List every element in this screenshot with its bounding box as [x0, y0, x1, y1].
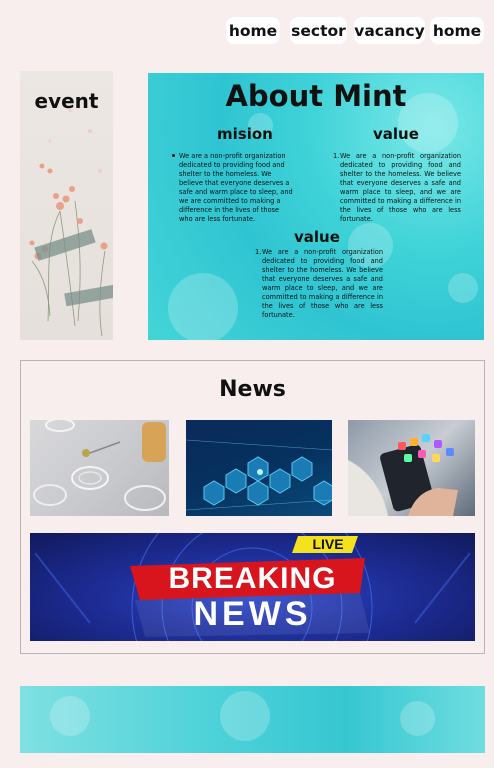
about-title: About Mint — [225, 79, 407, 113]
value-heading-center: value — [294, 228, 340, 246]
value-center-number: 1. — [255, 248, 262, 256]
mission-bullet-icon — [172, 154, 175, 157]
phone-hand-illustration — [348, 434, 458, 516]
nav-home-button[interactable]: home — [226, 17, 280, 44]
mission-heading: mision — [217, 125, 273, 143]
value-text-right: We are a non-profit organization dedicat… — [340, 152, 461, 223]
breaking-news-banner[interactable]: LIVE BREAKING NEWS — [30, 533, 475, 641]
nav-vacancy-button[interactable]: vacancy — [354, 17, 425, 44]
about-panel: About Mint mision We are a non-profit or… — [148, 73, 484, 340]
nav-sector-button[interactable]: sector — [290, 17, 347, 44]
breaking-label: BREAKING — [168, 562, 337, 595]
tape-strip-2 — [64, 284, 113, 307]
event-title: event — [34, 89, 99, 113]
tech-hexagons-illustration — [186, 439, 332, 511]
value-text-center: We are a non-profit organization dedicat… — [262, 248, 383, 319]
nav-home-button-2[interactable]: home — [430, 17, 484, 44]
news-image-tech[interactable] — [186, 420, 332, 516]
glasses-illustration — [33, 420, 166, 511]
footer-banner — [20, 686, 485, 753]
news-section: News LIVE BREAKING NEWS — [20, 360, 485, 654]
live-label: LIVE — [312, 536, 344, 552]
news-title: News — [219, 377, 286, 402]
news-image-phone[interactable] — [348, 420, 475, 516]
news-label: NEWS — [193, 595, 312, 633]
value-right-number: 1. — [333, 152, 340, 160]
value-heading-right: value — [373, 125, 419, 143]
mission-text: We are a non-profit organization dedicat… — [179, 152, 293, 223]
tape-strip — [34, 229, 96, 261]
news-image-glasses[interactable] — [30, 420, 169, 516]
event-panel[interactable]: event — [20, 71, 113, 340]
